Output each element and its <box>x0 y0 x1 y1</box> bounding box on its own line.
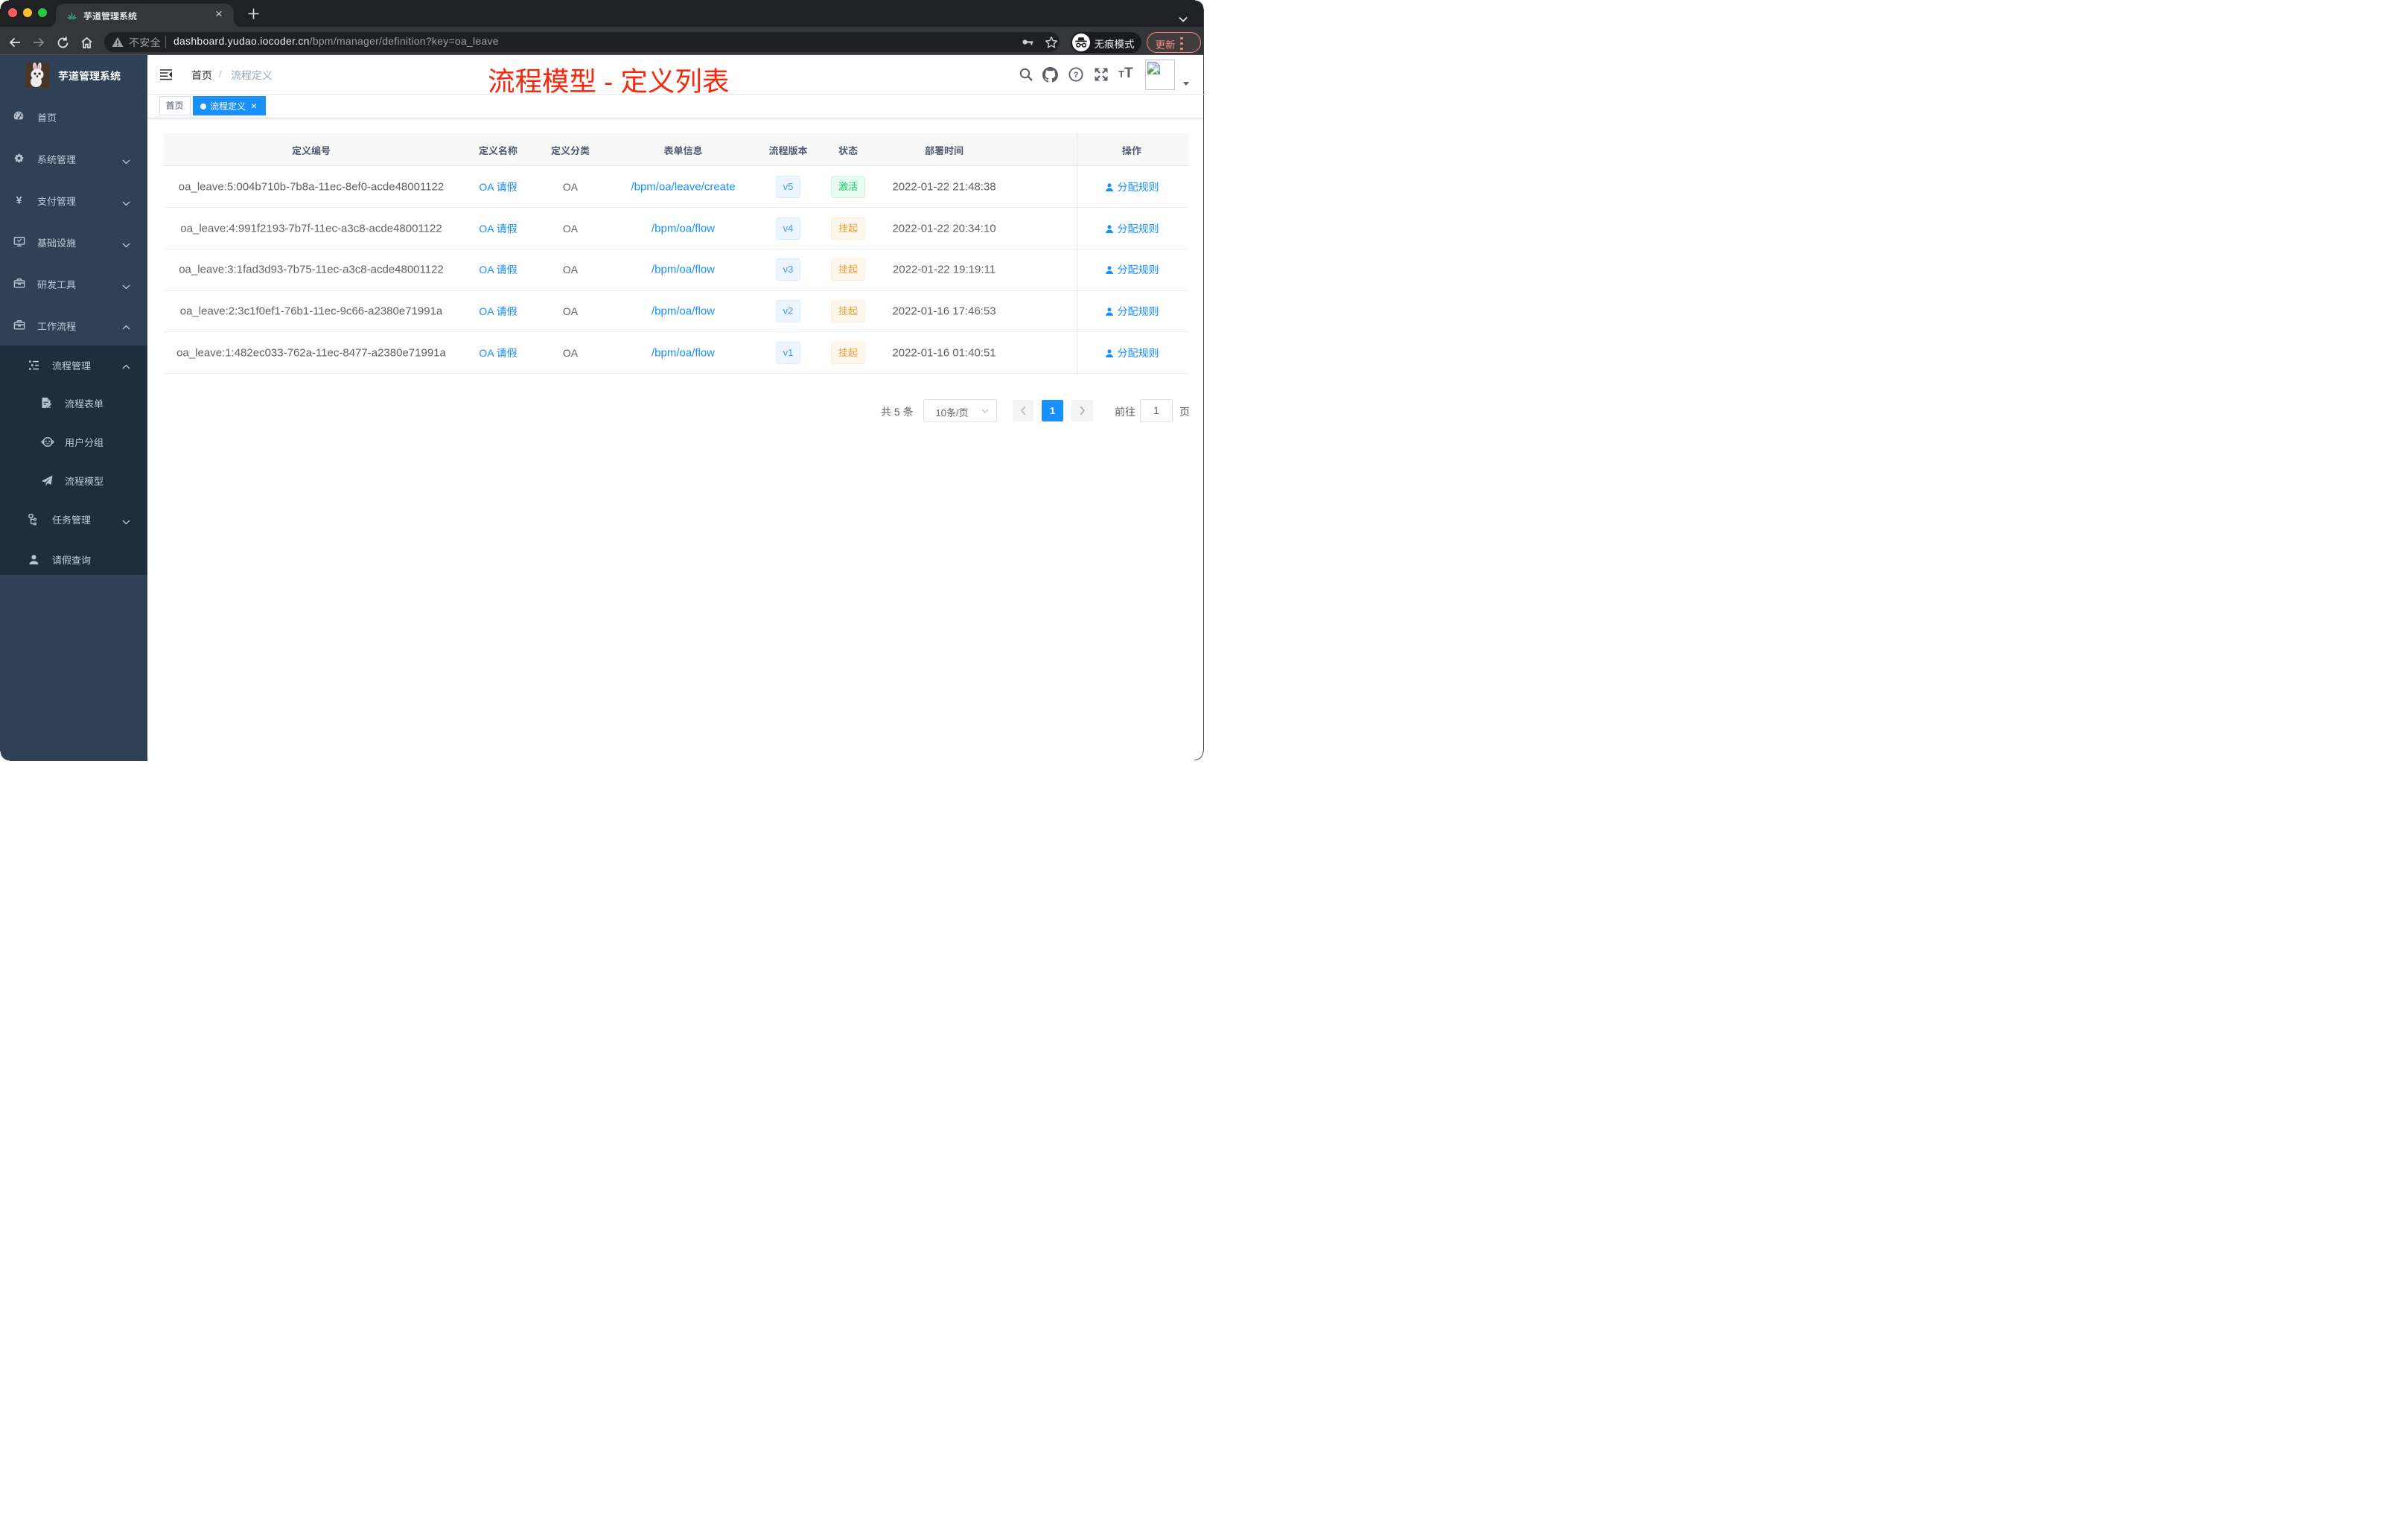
svg-text:?: ? <box>1074 71 1079 80</box>
svg-text:¥: ¥ <box>16 194 22 206</box>
